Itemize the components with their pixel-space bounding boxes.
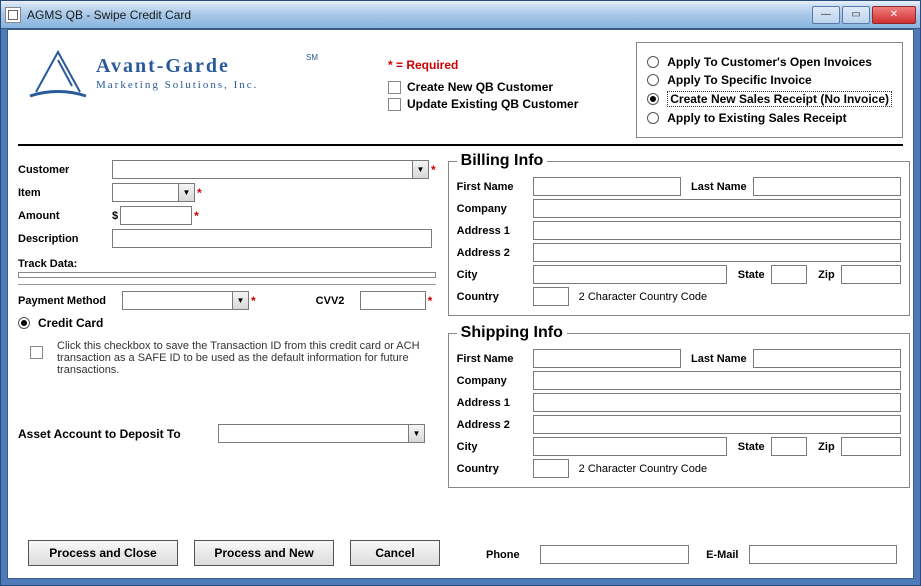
track-data-label: Track Data: [18, 258, 436, 270]
svg-text:SM: SM [306, 53, 318, 62]
shipping-state-input[interactable] [771, 437, 807, 456]
logo: Avant-Garde SM Marketing Solutions, Inc. [18, 36, 378, 109]
right-column: Billing Info First Name Last Name Compan… [448, 150, 910, 496]
create-new-receipt-radio[interactable] [647, 93, 659, 105]
asset-account-input[interactable] [218, 424, 408, 443]
item-combo[interactable]: ▼ [112, 183, 195, 202]
shipping-country-input[interactable] [533, 459, 569, 478]
apply-open-invoices-radio[interactable] [647, 56, 659, 68]
apply-options-group: Apply To Customer's Open Invoices Apply … [636, 42, 903, 138]
credit-card-radio[interactable] [18, 317, 30, 329]
titlebar[interactable]: AGMS QB - Swipe Credit Card — ▭ ✕ [1, 1, 920, 29]
chevron-down-icon[interactable]: ▼ [412, 160, 429, 179]
divider [18, 144, 903, 146]
required-hint: * = Required [388, 58, 578, 72]
chevron-down-icon[interactable]: ▼ [232, 291, 249, 310]
shipping-address2-input[interactable] [533, 415, 901, 434]
billing-first-name-input[interactable] [533, 177, 681, 196]
chevron-down-icon[interactable]: ▼ [408, 424, 425, 443]
cvv2-input[interactable] [360, 291, 426, 310]
apply-existing-receipt-radio[interactable] [647, 112, 659, 124]
create-qb-customer-checkbox[interactable] [388, 81, 401, 94]
phone-input[interactable] [540, 545, 689, 564]
window-controls: — ▭ ✕ [812, 6, 916, 24]
billing-state-input[interactable] [771, 265, 807, 284]
billing-address2-input[interactable] [533, 243, 901, 262]
update-qb-customer-checkbox[interactable] [388, 98, 401, 111]
customer-input[interactable] [112, 160, 412, 179]
process-and-close-button[interactable]: Process and Close [28, 540, 178, 566]
left-column: Customer ▼ * Item ▼ * Amount [18, 150, 436, 496]
save-safe-id-checkbox[interactable] [30, 346, 43, 359]
process-and-new-button[interactable]: Process and New [194, 540, 334, 566]
logo-text-1: Avant-Garde [96, 55, 230, 77]
chevron-down-icon[interactable]: ▼ [178, 183, 195, 202]
contact-row: Phone E-Mail [486, 545, 897, 564]
app-icon [5, 7, 21, 23]
create-qb-customer-label: Create New QB Customer [407, 80, 553, 94]
qb-customer-options: * = Required Create New QB Customer Upda… [378, 36, 578, 114]
description-input[interactable] [112, 229, 432, 248]
app-window: AGMS QB - Swipe Credit Card — ▭ ✕ Avant-… [0, 0, 921, 586]
billing-zip-input[interactable] [841, 265, 901, 284]
billing-info-group: Billing Info First Name Last Name Compan… [448, 152, 910, 316]
shipping-info-group: Shipping Info First Name Last Name Compa… [448, 324, 910, 488]
billing-country-input[interactable] [533, 287, 569, 306]
shipping-zip-input[interactable] [841, 437, 901, 456]
apply-specific-invoice-radio[interactable] [647, 74, 659, 86]
shipping-address1-input[interactable] [533, 393, 901, 412]
email-input[interactable] [749, 545, 898, 564]
item-input[interactable] [112, 183, 178, 202]
save-safe-id-description: Click this checkbox to save the Transact… [57, 340, 427, 376]
maximize-button[interactable]: ▭ [842, 6, 870, 24]
close-button[interactable]: ✕ [872, 6, 916, 24]
billing-city-input[interactable] [533, 265, 727, 284]
cancel-button[interactable]: Cancel [350, 540, 440, 566]
billing-last-name-input[interactable] [753, 177, 901, 196]
billing-company-input[interactable] [533, 199, 901, 218]
payment-method-combo[interactable]: ▼ [122, 291, 249, 310]
bottom-buttons: Process and Close Process and New Cancel [28, 540, 440, 566]
shipping-city-input[interactable] [533, 437, 727, 456]
client-area: Avant-Garde SM Marketing Solutions, Inc.… [7, 29, 914, 579]
billing-address1-input[interactable] [533, 221, 901, 240]
payment-method-input[interactable] [122, 291, 232, 310]
track-data-field[interactable] [18, 272, 436, 278]
logo-text-2: Marketing Solutions, Inc. [96, 79, 258, 91]
minimize-button[interactable]: — [812, 6, 840, 24]
update-qb-customer-label: Update Existing QB Customer [407, 97, 578, 111]
amount-input[interactable] [120, 206, 192, 225]
window-title: AGMS QB - Swipe Credit Card [27, 8, 191, 22]
asset-account-combo[interactable]: ▼ [218, 424, 425, 443]
customer-combo[interactable]: ▼ [112, 160, 429, 179]
shipping-last-name-input[interactable] [753, 349, 901, 368]
shipping-first-name-input[interactable] [533, 349, 681, 368]
shipping-company-input[interactable] [533, 371, 901, 390]
